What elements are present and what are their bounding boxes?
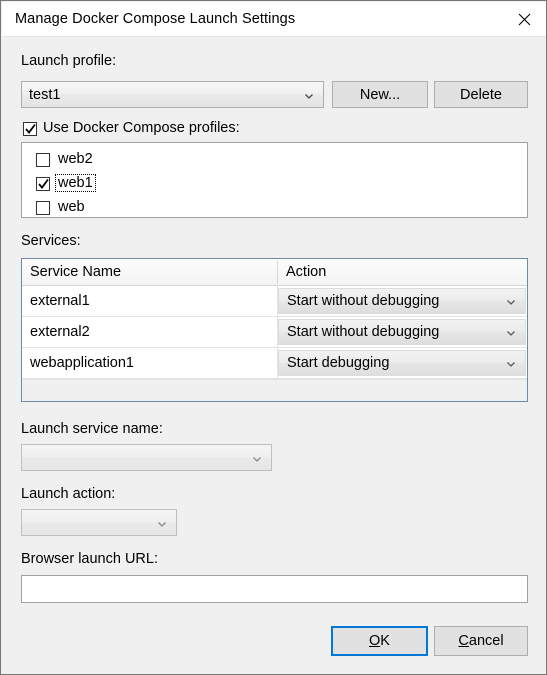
service-action-combo[interactable]: Start without debugging xyxy=(278,319,526,345)
services-grid-header: Service Name Action xyxy=(22,259,527,286)
launch-profile-label: Launch profile: xyxy=(21,53,117,69)
use-compose-profiles-checkbox[interactable] xyxy=(23,122,37,136)
compose-profiles-listbox[interactable]: web2 web1 web xyxy=(21,142,528,218)
service-action-value: Start without debugging xyxy=(287,324,440,340)
chevron-down-icon xyxy=(505,295,517,307)
chevron-down-icon xyxy=(251,452,263,464)
service-action-combo[interactable]: Start debugging xyxy=(278,350,526,376)
service-name-cell: external2 xyxy=(30,324,90,340)
browser-launch-url-input[interactable] xyxy=(21,575,528,603)
services-label: Services: xyxy=(21,233,81,249)
table-row[interactable]: webapplication1 Start debugging xyxy=(22,348,527,379)
chevron-down-icon xyxy=(303,89,315,101)
ok-button[interactable]: OK xyxy=(331,626,428,656)
new-profile-button[interactable]: New... xyxy=(332,81,428,108)
launch-profile-combo[interactable]: test1 xyxy=(21,81,324,108)
launch-profile-value: test1 xyxy=(29,86,61,103)
profile-label-web[interactable]: web xyxy=(56,199,87,215)
launch-action-label: Launch action: xyxy=(21,486,116,502)
profile-label-web1[interactable]: web1 xyxy=(55,174,96,192)
chevron-down-icon xyxy=(505,357,517,369)
column-header-service-name[interactable]: Service Name xyxy=(22,259,278,285)
cancel-button[interactable]: Cancel xyxy=(434,626,528,656)
launch-action-combo[interactable] xyxy=(21,509,177,536)
profile-checkbox-web[interactable] xyxy=(36,201,50,215)
column-header-action[interactable]: Action xyxy=(278,259,527,285)
window-title: Manage Docker Compose Launch Settings xyxy=(15,11,296,27)
use-compose-profiles-label: Use Docker Compose profiles: xyxy=(43,120,240,136)
profile-checkbox-web1[interactable] xyxy=(36,177,50,191)
chevron-down-icon xyxy=(505,326,517,338)
service-name-cell: external1 xyxy=(30,293,90,309)
close-icon xyxy=(518,13,531,26)
service-action-value: Start without debugging xyxy=(287,293,440,309)
service-action-combo[interactable]: Start without debugging xyxy=(278,288,526,314)
launch-service-name-combo[interactable] xyxy=(21,444,272,471)
ok-button-label: OK xyxy=(369,633,390,649)
service-action-value: Start debugging xyxy=(287,355,390,371)
services-grid[interactable]: Service Name Action external1 Start with… xyxy=(21,258,528,402)
table-row[interactable]: external2 Start without debugging xyxy=(22,317,527,348)
new-profile-button-label: New... xyxy=(359,86,401,103)
browser-launch-url-label: Browser launch URL: xyxy=(21,551,158,567)
delete-profile-button-label: Delete xyxy=(460,86,502,103)
service-name-cell: webapplication1 xyxy=(30,355,134,371)
cancel-accelerator: C xyxy=(458,633,469,649)
grid-empty-area xyxy=(22,379,527,401)
chevron-down-icon xyxy=(156,517,168,529)
table-row[interactable]: external1 Start without debugging xyxy=(22,286,527,317)
manage-docker-compose-launch-settings-dialog: Manage Docker Compose Launch Settings La… xyxy=(0,0,547,675)
profile-checkbox-web2[interactable] xyxy=(36,153,50,167)
title-bar: Manage Docker Compose Launch Settings xyxy=(2,2,546,37)
delete-profile-button[interactable]: Delete xyxy=(434,81,528,108)
ok-accelerator: O xyxy=(369,633,381,649)
profile-label-web2[interactable]: web2 xyxy=(56,151,95,167)
close-button[interactable] xyxy=(501,2,546,36)
cancel-button-label: Cancel xyxy=(458,633,504,649)
launch-service-name-label: Launch service name: xyxy=(21,421,163,437)
